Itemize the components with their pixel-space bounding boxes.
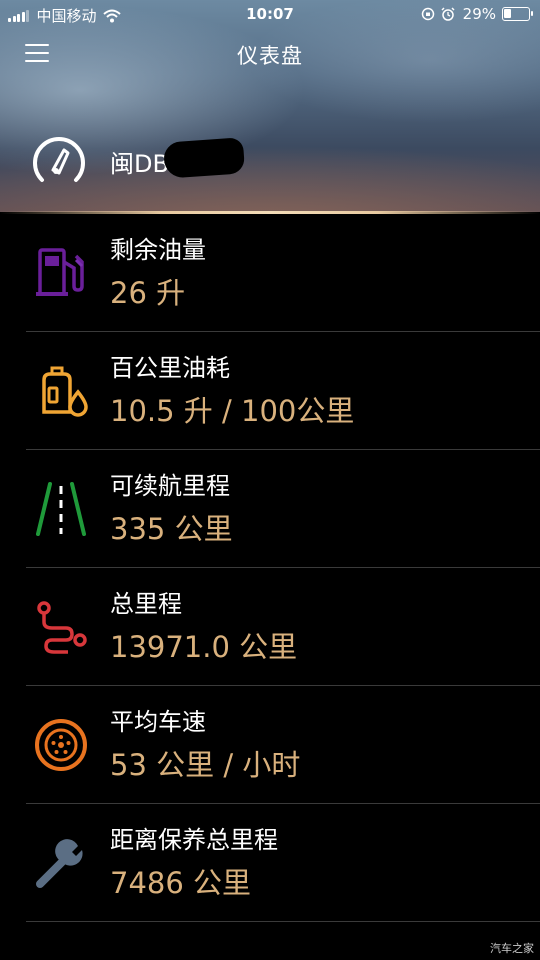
fuel-label: 剩余油量 [110, 236, 206, 264]
list-item-avg-speed[interactable]: 平均车速 53 公里 / 小时 [26, 686, 540, 804]
battery-percent: 29% [462, 5, 496, 23]
watermark: 汽车之家 [490, 942, 534, 955]
avg-speed-value: 53 公里 / 小时 [110, 748, 301, 782]
odometer-label: 总里程 [110, 590, 182, 618]
fuel-value: 26 升 [110, 276, 186, 310]
list-item-consumption[interactable]: 百公里油耗 10.5 升 / 100公里 [26, 332, 540, 450]
status-bar: 中国移动 10:07 29% [0, 0, 540, 28]
range-value: 335 公里 [110, 512, 233, 546]
speedometer-icon [33, 137, 85, 182]
route-icon [37, 601, 87, 654]
list-item-maintenance[interactable]: 距离保养总里程 7486 公里 [26, 804, 540, 922]
avg-speed-label: 平均车速 [110, 708, 206, 736]
page-title: 仪表盘 [237, 44, 303, 68]
consumption-label: 百公里油耗 [110, 354, 230, 382]
alarm-icon [441, 7, 455, 21]
maintenance-label: 距离保养总里程 [110, 826, 278, 854]
vehicle-name: 闽DB [110, 136, 246, 179]
tire-icon [35, 719, 87, 771]
list-item-odometer[interactable]: 总里程 13971.0 公里 [26, 568, 540, 686]
odometer-value: 13971.0 公里 [110, 630, 298, 664]
dashboard-list: 剩余油量 26 升 百公里油耗 10.5 升 / 100公里 可续航里程 335… [0, 214, 540, 922]
battery-icon [502, 7, 533, 21]
road-icon [36, 482, 86, 536]
list-item-fuel[interactable]: 剩余油量 26 升 [26, 214, 540, 332]
list-item-range[interactable]: 可续航里程 335 公里 [26, 450, 540, 568]
rotation-lock-icon [421, 7, 434, 21]
maintenance-value: 7486 公里 [110, 866, 252, 900]
oil-can-icon [42, 366, 88, 417]
fuel-pump-icon [36, 248, 84, 296]
consumption-value: 10.5 升 / 100公里 [110, 394, 355, 428]
redaction-mark [162, 136, 246, 179]
vehicle-header: 闽DB [28, 130, 246, 192]
range-label: 可续航里程 [110, 472, 230, 500]
wrench-icon [36, 839, 83, 888]
